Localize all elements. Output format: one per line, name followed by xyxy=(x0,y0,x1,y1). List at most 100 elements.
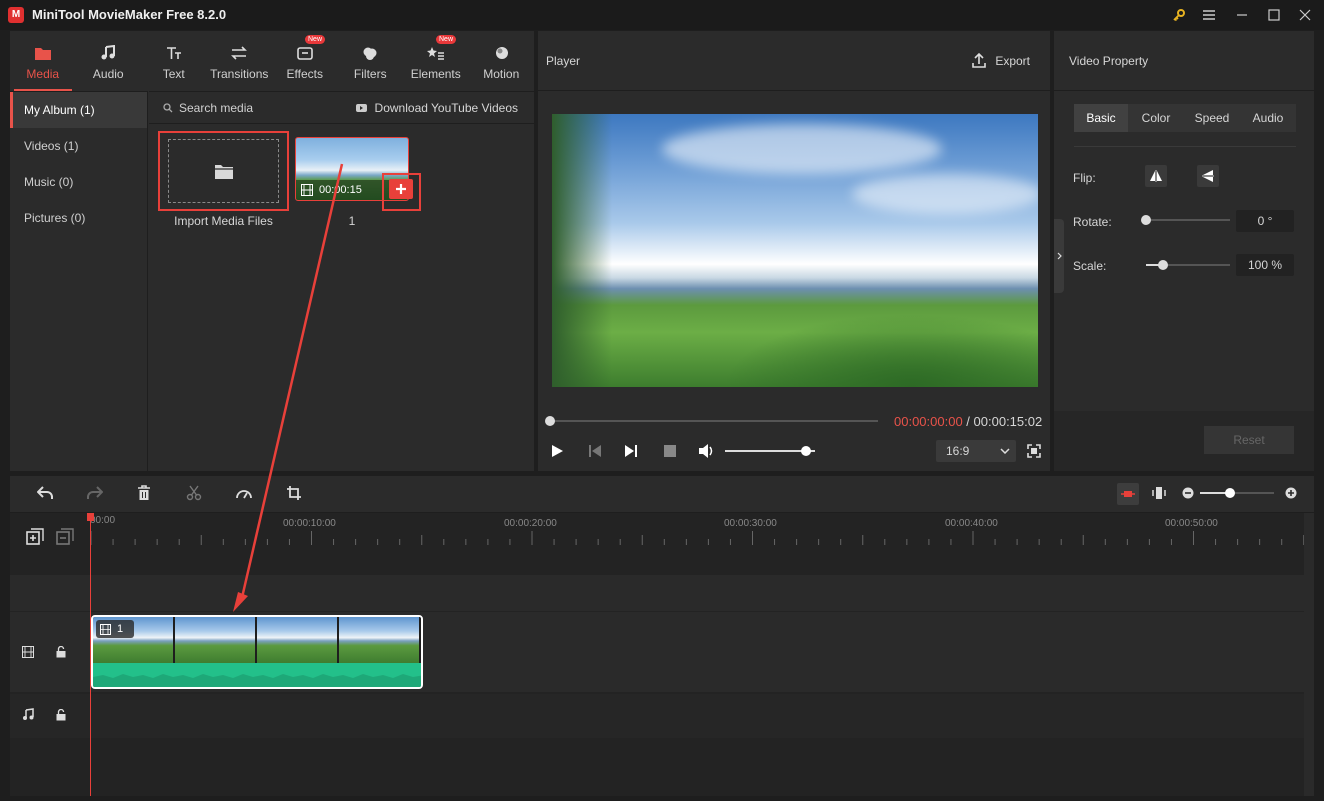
play-icon[interactable] xyxy=(550,444,564,458)
flip-vertical-icon xyxy=(1202,170,1214,182)
album-item-my-album[interactable]: My Album (1) xyxy=(10,92,147,128)
album-item-music[interactable]: Music (0) xyxy=(10,164,147,200)
music-note-icon xyxy=(100,43,116,63)
scale-handle[interactable] xyxy=(1157,260,1168,270)
undo-icon[interactable] xyxy=(37,486,53,500)
tab-audio[interactable]: Audio xyxy=(76,31,142,91)
collapse-panel-handle[interactable] xyxy=(1054,219,1064,293)
search-icon xyxy=(163,102,173,112)
delete-icon[interactable] xyxy=(137,485,151,501)
search-placeholder: Search media xyxy=(179,100,254,115)
audio-track[interactable] xyxy=(10,694,1314,738)
media-panel: Media Audio Text Transitions New Effects… xyxy=(10,31,534,471)
timeline-video-clip[interactable]: 1 xyxy=(91,615,423,689)
volume-icon[interactable] xyxy=(698,443,716,459)
rotate-value-input[interactable]: 0 ° xyxy=(1236,210,1294,232)
new-badge: New xyxy=(436,35,457,44)
fit-timeline-button[interactable] xyxy=(1117,483,1139,505)
playhead[interactable] xyxy=(90,513,91,796)
export-icon xyxy=(972,52,987,68)
next-frame-icon[interactable] xyxy=(624,444,638,458)
snap-icon[interactable] xyxy=(1152,486,1166,500)
text-track[interactable] xyxy=(10,575,1314,611)
unlock-icon[interactable] xyxy=(56,646,66,658)
aspect-ratio-select[interactable]: 16:9 xyxy=(936,440,1016,462)
key-icon[interactable] xyxy=(1168,4,1190,26)
flip-horizontal-icon xyxy=(1150,170,1162,182)
import-media-highlight xyxy=(158,131,289,211)
add-to-timeline-button[interactable] xyxy=(389,179,413,199)
fullscreen-icon[interactable] xyxy=(1027,444,1041,458)
current-time: 00:00:00:00 xyxy=(894,414,963,429)
tab-media[interactable]: Media xyxy=(10,31,76,91)
tab-speed[interactable]: Speed xyxy=(1184,104,1240,132)
scale-value-input[interactable]: 100 % xyxy=(1236,254,1294,276)
zoom-slider[interactable] xyxy=(1200,488,1274,498)
property-footer: Reset xyxy=(1054,411,1314,471)
title-bar: M MiniTool MovieMaker Free 8.2.0 xyxy=(0,0,1324,30)
album-sidebar: My Album (1) Videos (1) Music (0) Pictur… xyxy=(10,91,148,471)
plus-icon xyxy=(396,184,406,194)
rotate-handle[interactable] xyxy=(1141,215,1151,225)
tab-basic[interactable]: Basic xyxy=(1074,104,1128,132)
tab-label: Effects xyxy=(286,67,323,81)
tab-motion[interactable]: Motion xyxy=(469,31,535,91)
film-icon xyxy=(301,184,313,196)
playhead-handle[interactable] xyxy=(87,513,94,521)
text-icon xyxy=(165,43,183,63)
add-track-icon[interactable] xyxy=(26,528,44,546)
flip-horizontal-button[interactable] xyxy=(1145,165,1167,187)
flip-vertical-button[interactable] xyxy=(1197,165,1219,187)
volume-handle[interactable] xyxy=(801,446,811,456)
unlock-icon[interactable] xyxy=(56,709,66,721)
tab-audio[interactable]: Audio xyxy=(1240,104,1296,132)
tab-effects[interactable]: New Effects xyxy=(272,31,338,91)
album-item-videos[interactable]: Videos (1) xyxy=(10,128,147,164)
tab-label: Elements xyxy=(410,67,461,81)
zoom-handle[interactable] xyxy=(1224,488,1235,498)
tab-label: Motion xyxy=(483,67,520,81)
maximize-icon[interactable] xyxy=(1263,4,1285,26)
reset-button[interactable]: Reset xyxy=(1204,426,1294,454)
zoom-out-icon[interactable] xyxy=(1182,487,1194,499)
video-track-icon xyxy=(22,646,34,658)
zoom-in-icon[interactable] xyxy=(1285,487,1297,499)
rotate-slider[interactable] xyxy=(1141,215,1230,225)
tab-elements[interactable]: New Elements xyxy=(403,31,469,91)
remove-track-icon[interactable] xyxy=(56,528,74,546)
download-youtube-button[interactable]: Download YouTube Videos xyxy=(355,101,518,115)
import-media-button[interactable] xyxy=(168,139,279,203)
menu-icon[interactable] xyxy=(1198,4,1220,26)
audio-track-icon xyxy=(23,708,34,720)
new-badge: New xyxy=(305,35,326,44)
progress-handle[interactable] xyxy=(545,416,555,426)
redo-icon[interactable] xyxy=(87,486,103,500)
filters-icon xyxy=(361,43,379,63)
previous-frame-icon[interactable] xyxy=(588,444,602,458)
timeline-ruler[interactable] xyxy=(90,513,1314,553)
volume-slider[interactable] xyxy=(725,446,815,456)
tab-label: Text xyxy=(162,67,185,81)
timeline-scrollbar[interactable] xyxy=(1304,513,1314,796)
split-icon[interactable] xyxy=(186,485,202,501)
search-media-input[interactable]: Search media xyxy=(163,101,253,115)
close-icon[interactable] xyxy=(1294,4,1316,26)
tick-label: 00:00:20:00 xyxy=(504,518,557,529)
crop-icon[interactable] xyxy=(286,485,302,501)
stop-icon[interactable] xyxy=(664,445,676,457)
player-header: Player Export xyxy=(538,31,1050,91)
tab-filters[interactable]: Filters xyxy=(338,31,404,91)
property-tabs: Basic Color Speed Audio xyxy=(1074,104,1296,132)
media-search-row: Search media Download YouTube Videos xyxy=(149,92,534,124)
tab-transitions[interactable]: Transitions xyxy=(207,31,273,91)
scale-slider[interactable] xyxy=(1146,260,1230,270)
tab-color[interactable]: Color xyxy=(1128,104,1184,132)
speed-icon[interactable] xyxy=(235,485,253,501)
video-preview[interactable] xyxy=(552,114,1038,387)
tick-label: 00:00:10:00 xyxy=(283,518,336,529)
playback-progress-bar[interactable] xyxy=(545,416,878,426)
album-item-pictures[interactable]: Pictures (0) xyxy=(10,200,147,236)
export-button[interactable]: Export xyxy=(971,52,1030,69)
tab-text[interactable]: Text xyxy=(141,31,207,91)
minimize-icon[interactable] xyxy=(1231,4,1253,26)
